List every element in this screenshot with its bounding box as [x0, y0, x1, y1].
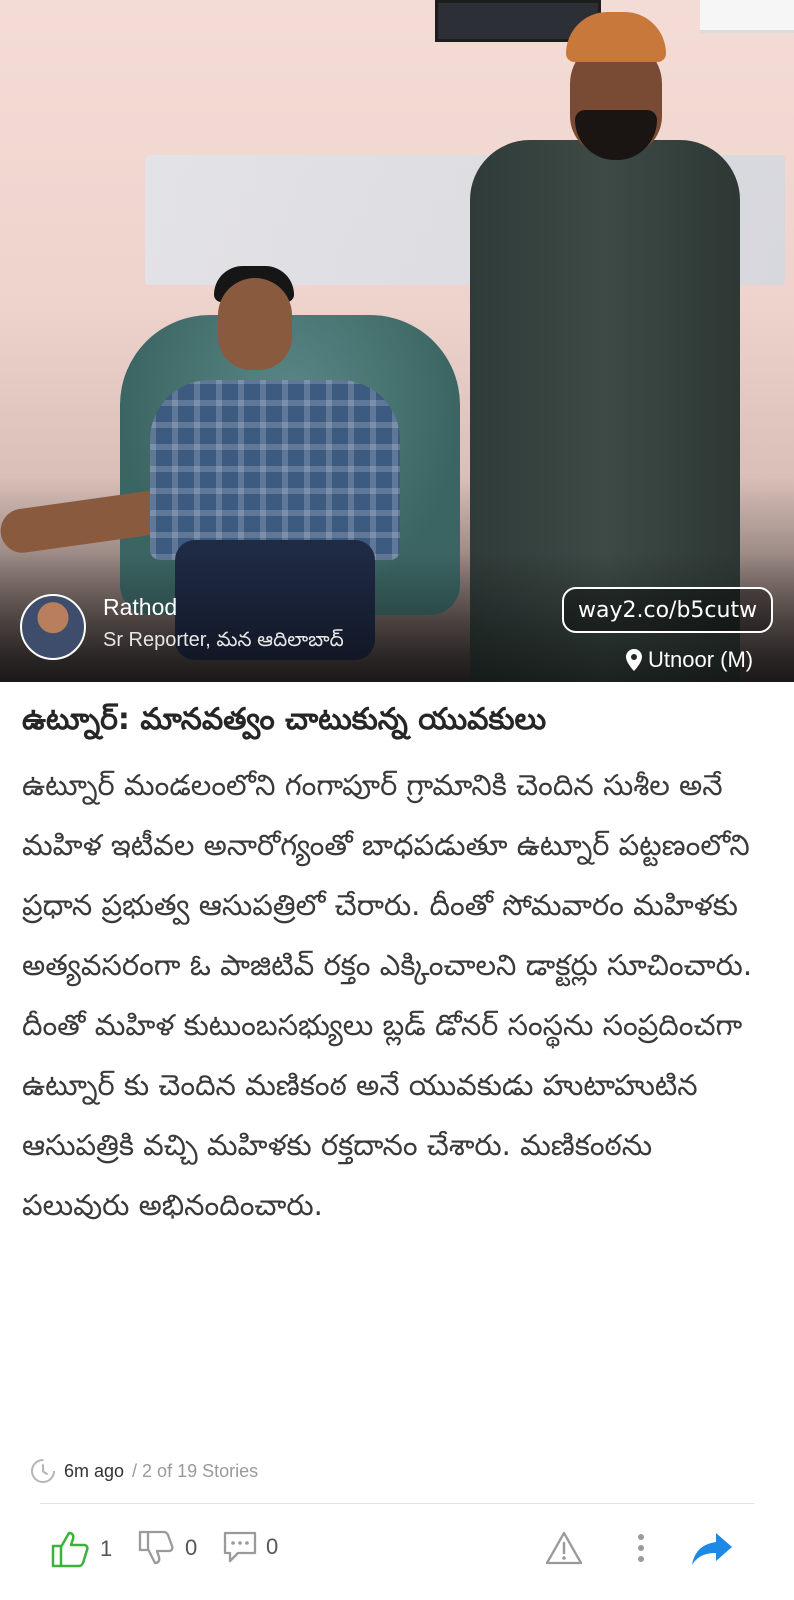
- action-bar: 1 0 0: [0, 1530, 794, 1580]
- warning-icon: [545, 1531, 583, 1565]
- share-button[interactable]: [690, 1530, 734, 1568]
- story-counter: / 2 of 19 Stories: [132, 1460, 259, 1481]
- divider: [40, 1503, 754, 1504]
- dislike-button[interactable]: 0: [137, 1530, 197, 1566]
- comment-icon: [223, 1531, 257, 1563]
- photo-donor-shirt: [150, 380, 400, 560]
- photo-air-conditioner: [700, 0, 794, 33]
- like-count: 1: [100, 1536, 113, 1561]
- comment-button[interactable]: 0: [222, 1530, 278, 1564]
- more-vertical-icon: [638, 1534, 644, 1562]
- comment-count: 0: [266, 1534, 279, 1559]
- like-button[interactable]: 1: [50, 1530, 112, 1568]
- reporter-role: Sr Reporter, మన ఆదిలాబాద్: [103, 629, 344, 651]
- more-options-button[interactable]: [635, 1530, 647, 1566]
- time-ago: 6m ago: [64, 1460, 125, 1481]
- location-text: Utnoor (M): [648, 647, 754, 672]
- location-label: Utnoor (M): [626, 647, 753, 673]
- clock-icon: [31, 1459, 55, 1483]
- dislike-count: 0: [185, 1535, 198, 1560]
- story-meta: 6m ago / 2 of 19 Stories: [30, 1458, 258, 1484]
- thumbs-down-icon: [138, 1530, 174, 1565]
- photo-donor-head: [218, 278, 292, 370]
- news-photo[interactable]: [0, 0, 794, 682]
- thumbs-up-icon: [51, 1531, 89, 1568]
- share-icon: [692, 1533, 732, 1565]
- article-body: ఉట్నూర్ మండలంలోని గంగాపూర్ గ్రామానికి చె…: [22, 768, 753, 1222]
- reporter-name[interactable]: Rathod: [103, 594, 177, 621]
- pin-icon: [626, 649, 642, 671]
- reporter-avatar[interactable]: [20, 594, 86, 660]
- report-button[interactable]: [544, 1530, 584, 1566]
- article-headline: ఉట్నూర్: మానవత్వం చాటుకున్న యువకులు: [22, 702, 547, 737]
- short-link-badge[interactable]: way2.co/b5cutw: [562, 587, 774, 633]
